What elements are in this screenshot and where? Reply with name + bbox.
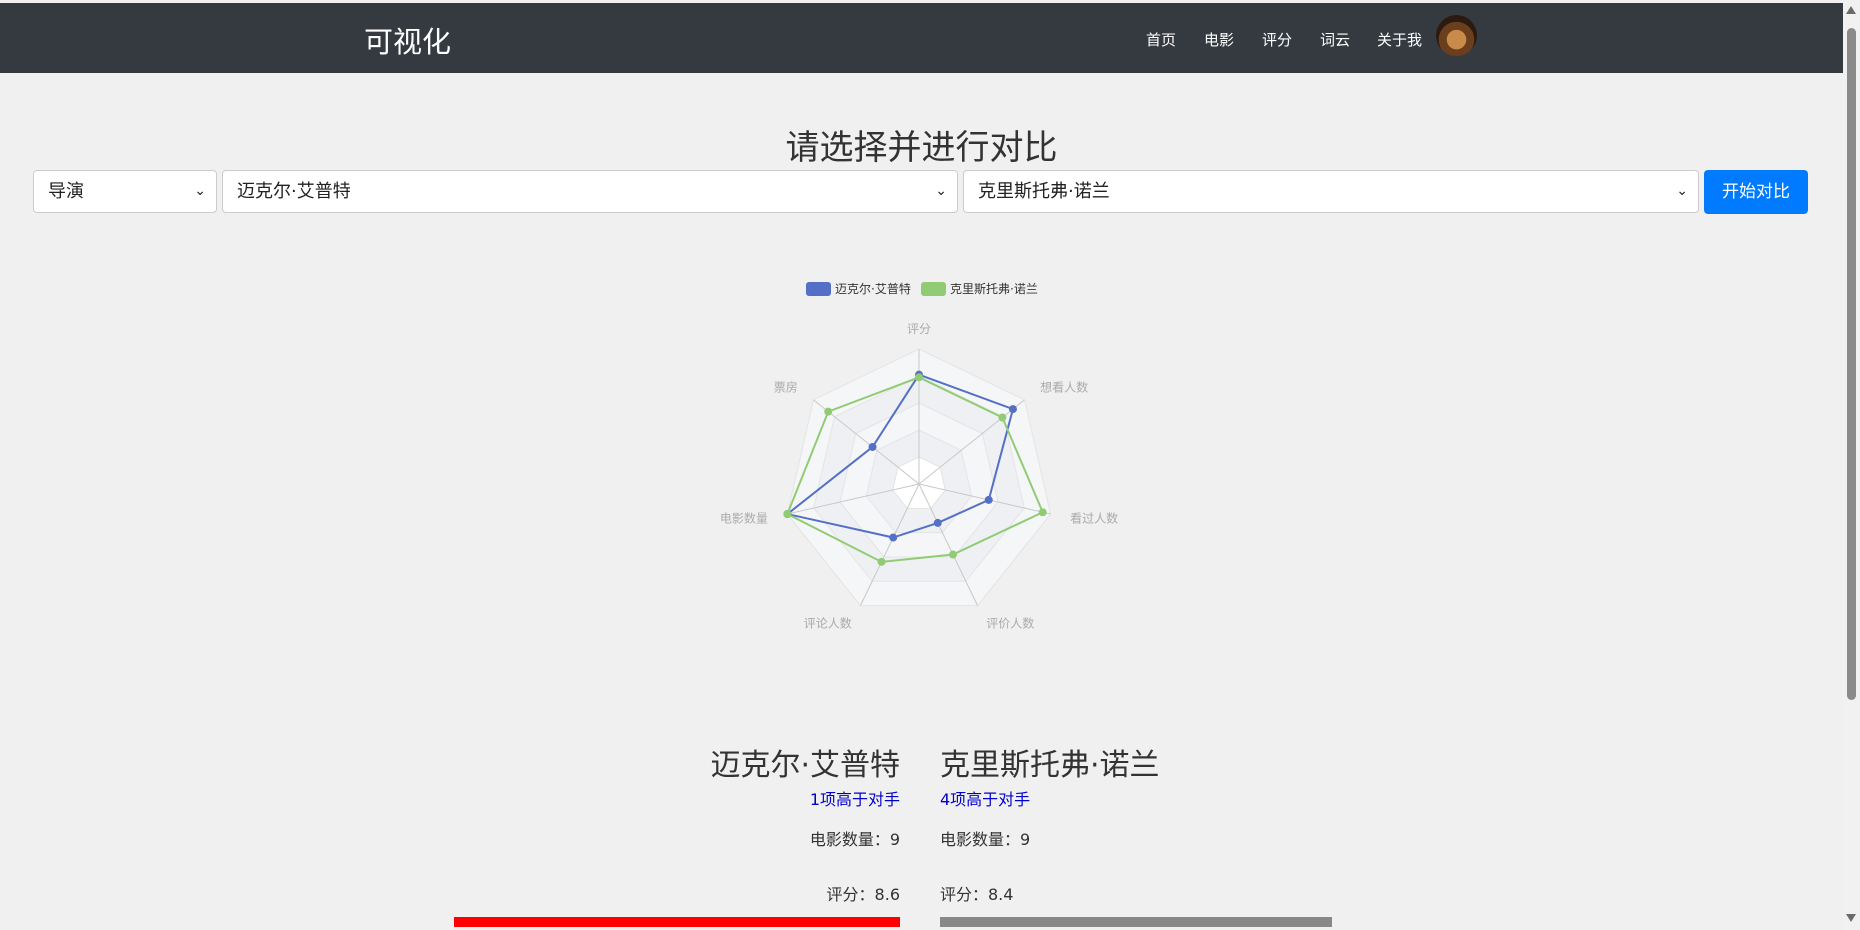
- scrollbar[interactable]: [1843, 0, 1860, 930]
- legend-label: 迈克尔·艾普特: [835, 281, 911, 296]
- left-person-name: 迈克尔·艾普特: [710, 748, 900, 783]
- radar-data-point: [915, 373, 923, 382]
- radar-data-point: [984, 495, 993, 504]
- radar-indicator-label: 电影数量: [720, 510, 768, 525]
- right-score: 评分：8.4: [940, 885, 1014, 904]
- radar-chart: 评分想看人数看过人数评价人数 评论人数 电影数量 票房 迈克尔·艾普特 克里斯托弗·诺兰: [720, 281, 1118, 631]
- scroll-up-arrow-icon[interactable]: [1846, 6, 1856, 14]
- radar-indicator-label: 评价人数: [986, 616, 1034, 631]
- radar-indicator-label: 想看人数: [1040, 379, 1088, 394]
- scroll-down-arrow-icon[interactable]: [1846, 914, 1856, 922]
- radar-indicator-label: 看过人数: [1070, 510, 1118, 525]
- right-score-bar: [940, 917, 1333, 927]
- left-score: 评分：8.6: [826, 885, 900, 904]
- left-movie-count: 电影数量：9: [809, 830, 900, 849]
- radar-indicator-label: 票房: [774, 379, 798, 394]
- right-higher-count: 4项高于对手: [940, 790, 1031, 809]
- right-person-name: 克里斯托弗·诺兰: [940, 748, 1160, 783]
- left-higher-count: 1项高于对手: [809, 790, 900, 809]
- legend-label: 克里斯托弗·诺兰: [950, 282, 1038, 296]
- radar-data-point: [824, 407, 833, 416]
- radar-data-point: [1008, 405, 1017, 414]
- legend-swatch: [806, 282, 831, 296]
- radar-data-point: [1038, 508, 1047, 517]
- radar-data-point: [783, 510, 792, 519]
- legend-swatch: [921, 282, 946, 296]
- radar-indicator-label: 评分: [907, 322, 931, 336]
- radar-data-point: [889, 533, 898, 542]
- radar-indicator-label: 评论人数: [804, 616, 852, 631]
- radar-data-point: [877, 557, 886, 566]
- radar-data-point: [868, 442, 877, 451]
- radar-data-point: [998, 413, 1007, 422]
- radar-data-point: [933, 518, 942, 527]
- right-movie-count: 电影数量：9: [940, 830, 1031, 849]
- left-score-bar: [454, 917, 900, 927]
- scroll-thumb[interactable]: [1847, 28, 1856, 700]
- radar-data-point: [948, 550, 957, 559]
